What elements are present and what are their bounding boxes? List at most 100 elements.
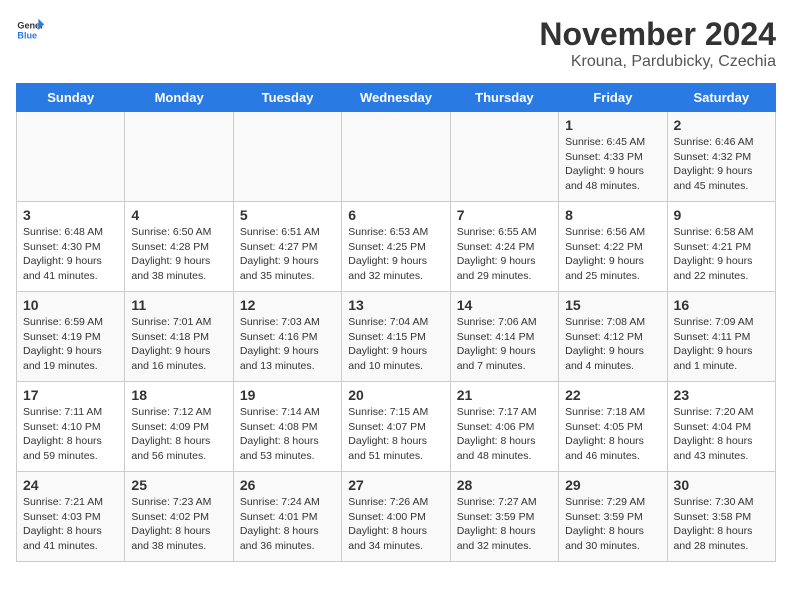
day-number: 20 xyxy=(348,387,443,403)
calendar-cell: 26 Sunrise: 7:24 AM Sunset: 4:01 PM Dayli… xyxy=(233,472,341,562)
day-number: 12 xyxy=(240,297,335,313)
calendar-cell: 17 Sunrise: 7:11 AM Sunset: 4:10 PM Dayli… xyxy=(17,382,125,472)
day-info: Sunrise: 6:59 AM Sunset: 4:19 PM Dayligh… xyxy=(23,315,118,374)
day-info: Sunrise: 7:11 AM Sunset: 4:10 PM Dayligh… xyxy=(23,405,118,464)
day-info: Sunrise: 6:51 AM Sunset: 4:27 PM Dayligh… xyxy=(240,225,335,284)
calendar-cell: 25 Sunrise: 7:23 AM Sunset: 4:02 PM Dayli… xyxy=(125,472,233,562)
day-info: Sunrise: 6:58 AM Sunset: 4:21 PM Dayligh… xyxy=(674,225,769,284)
day-number: 24 xyxy=(23,477,118,493)
calendar-cell: 3 Sunrise: 6:48 AM Sunset: 4:30 PM Daylig… xyxy=(17,202,125,292)
day-number: 15 xyxy=(565,297,660,313)
day-info: Sunrise: 7:27 AM Sunset: 3:59 PM Dayligh… xyxy=(457,495,552,554)
header-thursday: Thursday xyxy=(450,84,558,112)
calendar-cell: 13 Sunrise: 7:04 AM Sunset: 4:15 PM Dayli… xyxy=(342,292,450,382)
day-number: 3 xyxy=(23,207,118,223)
header-wednesday: Wednesday xyxy=(342,84,450,112)
location: Krouna, Pardubicky, Czechia xyxy=(539,53,776,71)
day-number: 13 xyxy=(348,297,443,313)
day-info: Sunrise: 7:17 AM Sunset: 4:06 PM Dayligh… xyxy=(457,405,552,464)
day-number: 23 xyxy=(674,387,769,403)
day-number: 19 xyxy=(240,387,335,403)
day-info: Sunrise: 6:45 AM Sunset: 4:33 PM Dayligh… xyxy=(565,135,660,194)
day-info: Sunrise: 6:53 AM Sunset: 4:25 PM Dayligh… xyxy=(348,225,443,284)
day-info: Sunrise: 7:23 AM Sunset: 4:02 PM Dayligh… xyxy=(131,495,226,554)
calendar-cell: 7 Sunrise: 6:55 AM Sunset: 4:24 PM Daylig… xyxy=(450,202,558,292)
day-number: 7 xyxy=(457,207,552,223)
day-info: Sunrise: 7:15 AM Sunset: 4:07 PM Dayligh… xyxy=(348,405,443,464)
logo-icon: General Blue xyxy=(16,16,44,44)
day-number: 25 xyxy=(131,477,226,493)
calendar-header-row: SundayMondayTuesdayWednesdayThursdayFrid… xyxy=(17,84,776,112)
logo: General Blue xyxy=(16,16,44,44)
day-number: 17 xyxy=(23,387,118,403)
calendar-cell: 18 Sunrise: 7:12 AM Sunset: 4:09 PM Dayli… xyxy=(125,382,233,472)
calendar-cell: 22Sunrise: 7:18 AM Sunset: 4:05 PM Dayli… xyxy=(559,382,667,472)
day-number: 11 xyxy=(131,297,226,313)
calendar-cell: 8Sunrise: 6:56 AM Sunset: 4:22 PM Daylig… xyxy=(559,202,667,292)
calendar-cell xyxy=(233,112,341,202)
day-number: 2 xyxy=(674,117,769,133)
calendar-week-4: 17 Sunrise: 7:11 AM Sunset: 4:10 PM Dayli… xyxy=(17,382,776,472)
calendar-week-2: 3 Sunrise: 6:48 AM Sunset: 4:30 PM Daylig… xyxy=(17,202,776,292)
day-number: 27 xyxy=(348,477,443,493)
day-info: Sunrise: 7:29 AM Sunset: 3:59 PM Dayligh… xyxy=(565,495,660,554)
calendar-cell: 29Sunrise: 7:29 AM Sunset: 3:59 PM Dayli… xyxy=(559,472,667,562)
title-block: November 2024 Krouna, Pardubicky, Czechi… xyxy=(539,16,776,71)
day-number: 21 xyxy=(457,387,552,403)
calendar-week-3: 10 Sunrise: 6:59 AM Sunset: 4:19 PM Dayli… xyxy=(17,292,776,382)
day-info: Sunrise: 7:04 AM Sunset: 4:15 PM Dayligh… xyxy=(348,315,443,374)
day-number: 26 xyxy=(240,477,335,493)
calendar-cell: 15 Sunrise: 7:08 AM Sunset: 4:12 PM Dayli… xyxy=(559,292,667,382)
day-number: 10 xyxy=(23,297,118,313)
calendar-cell: 1 Sunrise: 6:45 AM Sunset: 4:33 PM Daylig… xyxy=(559,112,667,202)
svg-text:Blue: Blue xyxy=(17,30,37,40)
calendar-cell: 30 Sunrise: 7:30 AM Sunset: 3:58 PM Dayli… xyxy=(667,472,775,562)
calendar-cell: 6 Sunrise: 6:53 AM Sunset: 4:25 PM Daylig… xyxy=(342,202,450,292)
calendar-cell: 19Sunrise: 7:14 AM Sunset: 4:08 PM Dayli… xyxy=(233,382,341,472)
day-number: 28 xyxy=(457,477,552,493)
header-friday: Friday xyxy=(559,84,667,112)
day-info: Sunrise: 6:46 AM Sunset: 4:32 PM Dayligh… xyxy=(674,135,769,194)
day-number: 8 xyxy=(565,207,660,223)
calendar-cell: 4Sunrise: 6:50 AM Sunset: 4:28 PM Daylig… xyxy=(125,202,233,292)
day-info: Sunrise: 7:30 AM Sunset: 3:58 PM Dayligh… xyxy=(674,495,769,554)
day-number: 6 xyxy=(348,207,443,223)
calendar-cell: 14Sunrise: 7:06 AM Sunset: 4:14 PM Dayli… xyxy=(450,292,558,382)
day-info: Sunrise: 7:03 AM Sunset: 4:16 PM Dayligh… xyxy=(240,315,335,374)
calendar-week-1: 1 Sunrise: 6:45 AM Sunset: 4:33 PM Daylig… xyxy=(17,112,776,202)
day-number: 9 xyxy=(674,207,769,223)
header-tuesday: Tuesday xyxy=(233,84,341,112)
day-number: 1 xyxy=(565,117,660,133)
calendar-week-5: 24 Sunrise: 7:21 AM Sunset: 4:03 PM Dayli… xyxy=(17,472,776,562)
calendar-cell: 20 Sunrise: 7:15 AM Sunset: 4:07 PM Dayli… xyxy=(342,382,450,472)
calendar-cell: 21 Sunrise: 7:17 AM Sunset: 4:06 PM Dayli… xyxy=(450,382,558,472)
page-header: General Blue November 2024 Krouna, Pardu… xyxy=(16,16,776,71)
day-number: 18 xyxy=(131,387,226,403)
day-info: Sunrise: 6:55 AM Sunset: 4:24 PM Dayligh… xyxy=(457,225,552,284)
calendar-cell xyxy=(342,112,450,202)
calendar-cell: 28 Sunrise: 7:27 AM Sunset: 3:59 PM Dayli… xyxy=(450,472,558,562)
calendar-cell xyxy=(125,112,233,202)
calendar-cell: 27Sunrise: 7:26 AM Sunset: 4:00 PM Dayli… xyxy=(342,472,450,562)
day-info: Sunrise: 7:01 AM Sunset: 4:18 PM Dayligh… xyxy=(131,315,226,374)
day-info: Sunrise: 7:12 AM Sunset: 4:09 PM Dayligh… xyxy=(131,405,226,464)
calendar-cell: 11 Sunrise: 7:01 AM Sunset: 4:18 PM Dayli… xyxy=(125,292,233,382)
day-number: 30 xyxy=(674,477,769,493)
header-saturday: Saturday xyxy=(667,84,775,112)
day-info: Sunrise: 7:20 AM Sunset: 4:04 PM Dayligh… xyxy=(674,405,769,464)
calendar-cell: 9 Sunrise: 6:58 AM Sunset: 4:21 PM Daylig… xyxy=(667,202,775,292)
calendar-cell: 23 Sunrise: 7:20 AM Sunset: 4:04 PM Dayli… xyxy=(667,382,775,472)
day-info: Sunrise: 7:06 AM Sunset: 4:14 PM Dayligh… xyxy=(457,315,552,374)
day-number: 5 xyxy=(240,207,335,223)
day-info: Sunrise: 7:24 AM Sunset: 4:01 PM Dayligh… xyxy=(240,495,335,554)
header-sunday: Sunday xyxy=(17,84,125,112)
day-number: 16 xyxy=(674,297,769,313)
day-info: Sunrise: 7:21 AM Sunset: 4:03 PM Dayligh… xyxy=(23,495,118,554)
calendar-cell: 12 Sunrise: 7:03 AM Sunset: 4:16 PM Dayli… xyxy=(233,292,341,382)
calendar-cell: 5 Sunrise: 6:51 AM Sunset: 4:27 PM Daylig… xyxy=(233,202,341,292)
day-info: Sunrise: 6:48 AM Sunset: 4:30 PM Dayligh… xyxy=(23,225,118,284)
day-info: Sunrise: 7:08 AM Sunset: 4:12 PM Dayligh… xyxy=(565,315,660,374)
day-info: Sunrise: 6:50 AM Sunset: 4:28 PM Dayligh… xyxy=(131,225,226,284)
day-info: Sunrise: 7:18 AM Sunset: 4:05 PM Dayligh… xyxy=(565,405,660,464)
calendar-table: SundayMondayTuesdayWednesdayThursdayFrid… xyxy=(16,83,776,562)
